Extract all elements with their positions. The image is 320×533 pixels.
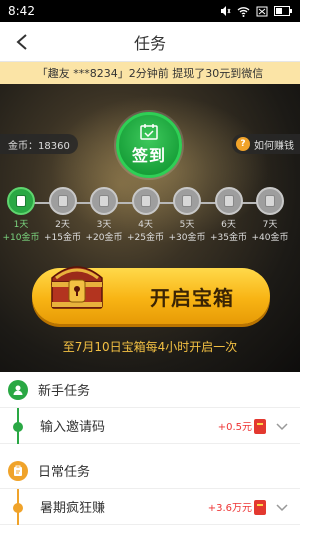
- timeline-dot: [13, 503, 23, 513]
- nav-bar: 任务: [0, 22, 300, 62]
- day-reward: +30金币: [168, 233, 206, 243]
- coin-icon: [256, 187, 284, 215]
- status-bar: 8:42: [0, 0, 300, 22]
- day-label: 3天: [96, 220, 112, 230]
- signin-button[interactable]: 签到: [116, 112, 182, 178]
- chevron-left-icon: [16, 34, 27, 50]
- checkin-days: 1天 +10金币 2天 +15金币 3天 +20金币 4天 +25金币 5天 +30金币 6天 +35…: [3, 187, 294, 247]
- battery-icon: [274, 6, 292, 16]
- gold-balance: 金币：18360: [0, 134, 78, 154]
- open-chest-label: 开启宝箱: [150, 285, 234, 310]
- chest-hint: 至7月10日宝箱每4小时开启一次: [62, 340, 238, 354]
- mute-icon: [221, 6, 231, 16]
- daily-task-title: 日常任务: [38, 465, 91, 480]
- how-to-earn-button[interactable]: ? 如何赚钱: [232, 134, 300, 154]
- how-to-earn-label: 如何赚钱: [254, 140, 294, 152]
- day-reward: +25金币: [127, 233, 164, 243]
- coin-icon: [173, 187, 201, 215]
- day-label: 6天: [221, 220, 236, 230]
- chevron-down-icon[interactable]: [274, 418, 290, 434]
- coin-icon: [90, 187, 118, 215]
- day-label: 2天: [55, 220, 70, 230]
- day-label: 7天: [262, 220, 278, 230]
- open-chest-button[interactable]: 开启宝箱: [32, 266, 270, 324]
- clipboard-icon: [8, 460, 28, 481]
- checkin-day[interactable]: 3天 +20金币: [85, 187, 123, 243]
- red-envelope-icon: [254, 500, 266, 515]
- status-time: 8:42: [8, 4, 35, 18]
- day-reward: +15金币: [44, 233, 81, 243]
- day-reward: +20金币: [85, 233, 123, 243]
- day-reward: +10金币: [2, 233, 40, 243]
- checkin-day[interactable]: 6天 +35金币: [210, 187, 248, 243]
- back-button[interactable]: [10, 30, 34, 54]
- day-reward: +40金币: [251, 233, 289, 243]
- user-icon: [8, 379, 28, 400]
- task-reward: +0.5元: [217, 422, 252, 433]
- calendar-check-icon: [140, 124, 158, 140]
- newbie-task-title: 新手任务: [38, 384, 91, 399]
- checkin-day[interactable]: 5天 +30金币: [168, 187, 206, 243]
- checkin-day[interactable]: 2天 +15金币: [44, 187, 82, 243]
- coin-icon: [7, 187, 35, 215]
- newbie-task-section: 新手任务 输入邀请码 +0.5元: [0, 372, 300, 444]
- sim-icon: [256, 6, 268, 16]
- page-title: 任务: [133, 33, 166, 53]
- daily-task-section: 日常任务 暑期疯狂赚 +3.6万元: [0, 453, 300, 525]
- coin-icon: [131, 187, 160, 215]
- signin-label: 签到: [131, 146, 166, 165]
- withdraw-notice: 「趣友 ***8234」2分钟前 提现了30元到微信: [0, 62, 300, 84]
- status-icons: [219, 5, 292, 17]
- daily-task-header: 日常任务: [0, 453, 300, 489]
- checkin-panel: 金币：18360 ? 如何赚钱 签到 1天 +10金币 2天 +15金币 3天 +20金币…: [0, 84, 300, 372]
- wifi-icon: [237, 6, 250, 17]
- checkin-day[interactable]: 7天 +40金币: [251, 187, 289, 243]
- chevron-down-icon[interactable]: [274, 499, 290, 515]
- red-envelope-icon: [254, 419, 266, 434]
- day-label: 4天: [138, 220, 153, 230]
- day-label: 5天: [179, 220, 195, 230]
- newbie-task-header: 新手任务: [0, 372, 300, 408]
- day-label: 1天: [13, 220, 29, 230]
- checkin-day[interactable]: 4天 +25金币: [127, 187, 165, 243]
- day-reward: +35金币: [210, 233, 247, 243]
- task-name: 暑期疯狂赚: [40, 501, 106, 516]
- treasure-chest-icon: [51, 266, 103, 309]
- task-row-summer-earn[interactable]: 暑期疯狂赚 +3.6万元: [0, 489, 300, 525]
- timeline-dot: [13, 422, 23, 432]
- coin-icon: [214, 187, 243, 215]
- task-row-invite-code[interactable]: 输入邀请码 +0.5元: [0, 408, 300, 444]
- task-name: 输入邀请码: [40, 420, 106, 435]
- checkin-day[interactable]: 1天 +10金币: [2, 187, 40, 243]
- coin-icon: [48, 187, 77, 215]
- question-icon: ?: [236, 137, 250, 151]
- task-reward: +3.6万元: [207, 503, 252, 514]
